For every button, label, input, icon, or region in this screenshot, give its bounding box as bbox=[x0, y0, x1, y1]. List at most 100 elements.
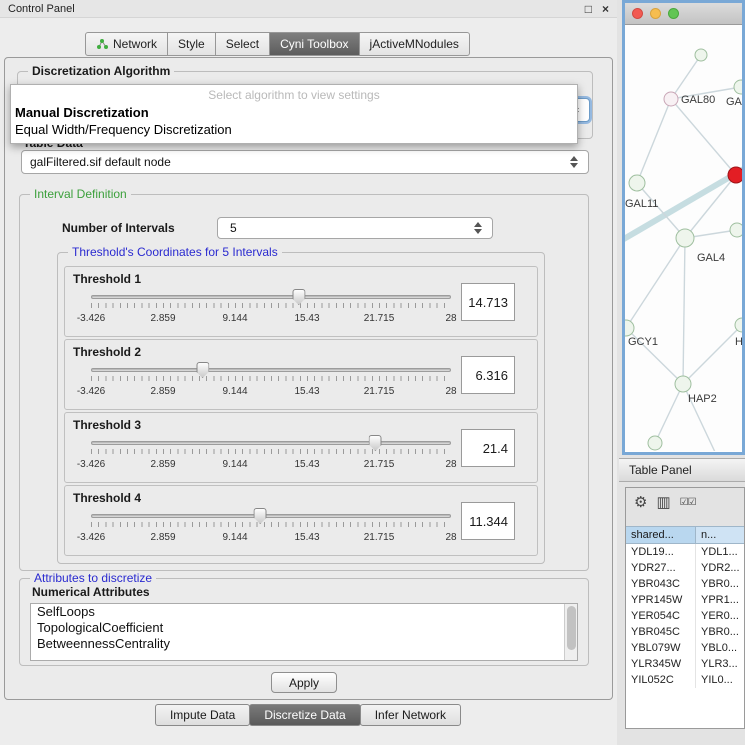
interval-definition-group: Interval Definition Number of Intervals … bbox=[19, 194, 589, 571]
tick-label: -3.426 bbox=[77, 532, 105, 543]
tab-select[interactable]: Select bbox=[215, 32, 270, 56]
close-traffic-light-icon[interactable] bbox=[632, 8, 643, 19]
tick-label: -3.426 bbox=[77, 459, 105, 470]
table-row[interactable]: YBR043CYBR0... bbox=[626, 576, 744, 592]
minimize-traffic-light-icon[interactable] bbox=[650, 8, 661, 19]
tab-discretize-data[interactable]: Discretize Data bbox=[249, 704, 360, 726]
network-edge bbox=[655, 384, 683, 443]
network-window-titlebar bbox=[625, 3, 742, 25]
column-header-name[interactable]: n... bbox=[696, 527, 744, 543]
threshold-label: Threshold 4 bbox=[73, 491, 141, 505]
table-cell: YBL0... bbox=[696, 640, 744, 656]
gear-icon[interactable]: ⚙ bbox=[634, 495, 647, 511]
network-node[interactable] bbox=[734, 80, 742, 94]
close-icon[interactable]: × bbox=[602, 3, 609, 15]
threshold-slider[interactable]: -3.4262.8599.14415.4321.71528 bbox=[91, 435, 451, 481]
network-node[interactable] bbox=[728, 167, 742, 183]
network-edge bbox=[671, 55, 701, 99]
network-node[interactable] bbox=[730, 223, 742, 237]
column-header-shared-name[interactable]: shared... bbox=[626, 527, 696, 543]
table-data-combobox[interactable]: galFiltered.sif default node bbox=[21, 150, 589, 174]
network-node-label: GAL4 bbox=[697, 252, 725, 264]
tick-label: 9.144 bbox=[222, 532, 247, 543]
tab-network[interactable]: Network bbox=[85, 32, 168, 56]
network-edge bbox=[626, 238, 685, 328]
table-cell: YIL0... bbox=[696, 672, 744, 688]
slider-tick-labels: -3.4262.8599.14415.4321.71528 bbox=[91, 362, 451, 408]
table-row[interactable]: YBR045CYBR0... bbox=[626, 624, 744, 640]
tab-infer-network[interactable]: Infer Network bbox=[360, 704, 461, 726]
tick-label: 21.715 bbox=[364, 532, 395, 543]
tick-label: -3.426 bbox=[77, 386, 105, 397]
tab-style[interactable]: Style bbox=[167, 32, 216, 56]
slider-tick-labels: -3.4262.8599.14415.4321.71528 bbox=[91, 289, 451, 335]
attribute-item[interactable]: SelfLoops bbox=[31, 604, 577, 620]
apply-button[interactable]: Apply bbox=[271, 672, 337, 693]
show-columns-icon[interactable]: ☑☑ bbox=[680, 495, 696, 511]
table-cell: YDL1... bbox=[696, 544, 744, 560]
network-node[interactable] bbox=[735, 318, 742, 332]
combo-arrows-icon bbox=[474, 222, 484, 234]
network-node-label: GAL80 bbox=[681, 94, 715, 106]
threshold-value-field[interactable]: 14.713 bbox=[461, 283, 515, 321]
table-row[interactable]: YLR345WYLR3... bbox=[626, 656, 744, 672]
columns-icon[interactable]: ▥ bbox=[656, 495, 670, 511]
table-panel: ⚙ ▥ ☑☑ shared... n... YDL19...YDL1...YDR… bbox=[625, 487, 745, 729]
attribute-items: SelfLoopsTopologicalCoefficientBetweenne… bbox=[31, 604, 577, 652]
tab-cyni-toolbox[interactable]: Cyni Toolbox bbox=[269, 32, 359, 56]
table-cell: YPR1... bbox=[696, 592, 744, 608]
table-panel-header: Table Panel bbox=[619, 458, 745, 482]
table-cell: YDL19... bbox=[626, 544, 696, 560]
table-cell: YBR0... bbox=[696, 576, 744, 592]
tab-impute-data[interactable]: Impute Data bbox=[155, 704, 250, 726]
table-cell: YBL079W bbox=[626, 640, 696, 656]
number-of-intervals-label: Number of Intervals bbox=[62, 221, 175, 235]
table-header-row: shared... n... bbox=[626, 526, 744, 544]
zoom-traffic-light-icon[interactable] bbox=[668, 8, 679, 19]
table-row[interactable]: YER054CYER0... bbox=[626, 608, 744, 624]
threshold-value-field[interactable]: 11.344 bbox=[461, 502, 515, 540]
table-row[interactable]: YDL19...YDL1... bbox=[626, 544, 744, 560]
network-node[interactable] bbox=[648, 436, 662, 450]
tick-label: 15.43 bbox=[294, 313, 319, 324]
attribute-item[interactable]: BetweennessCentrality bbox=[31, 636, 577, 652]
tab-jactivemnodules[interactable]: jActiveMNodules bbox=[359, 32, 470, 56]
tick-label: 2.859 bbox=[150, 313, 175, 324]
threshold-slider[interactable]: -3.4262.8599.14415.4321.71528 bbox=[91, 362, 451, 408]
dropdown-option-equal-width-frequency[interactable]: Equal Width/Frequency Discretization bbox=[11, 121, 577, 138]
table-row[interactable]: YIL052CYIL0... bbox=[626, 672, 744, 688]
network-node[interactable] bbox=[676, 229, 694, 247]
vertical-scrollbar[interactable] bbox=[564, 604, 577, 660]
threshold-value-field[interactable]: 6.316 bbox=[461, 356, 515, 394]
threshold-block: Threshold 3-3.4262.8599.14415.4321.71528… bbox=[64, 412, 538, 483]
table-data-value: galFiltered.sif default node bbox=[30, 155, 171, 169]
tick-label: 2.859 bbox=[150, 532, 175, 543]
network-node[interactable] bbox=[695, 49, 707, 61]
control-panel: Control Panel □ × Network Style Select C… bbox=[0, 0, 617, 745]
network-node[interactable] bbox=[629, 175, 645, 191]
threshold-slider[interactable]: -3.4262.8599.14415.4321.71528 bbox=[91, 289, 451, 335]
table-row[interactable]: YPR145WYPR1... bbox=[626, 592, 744, 608]
dropdown-option-manual-discretization[interactable]: Manual Discretization bbox=[11, 104, 577, 121]
table-row[interactable]: YBL079WYBL0... bbox=[626, 640, 744, 656]
attribute-item[interactable]: TopologicalCoefficient bbox=[31, 620, 577, 636]
network-canvas[interactable]: GAL80GAGAL11GAL4GCY1HHAP2 bbox=[625, 25, 742, 451]
scrollbar-thumb[interactable] bbox=[567, 606, 576, 650]
dropdown-prompt: Select algorithm to view settings bbox=[11, 85, 577, 104]
float-window-icon[interactable]: □ bbox=[585, 3, 592, 15]
table-panel-toolbar: ⚙ ▥ ☑☑ bbox=[626, 488, 744, 518]
threshold-block: Threshold 4-3.4262.8599.14415.4321.71528… bbox=[64, 485, 538, 556]
network-node[interactable] bbox=[675, 376, 691, 392]
network-icon bbox=[96, 38, 108, 50]
network-node-label: GA bbox=[726, 96, 742, 108]
network-edge bbox=[683, 238, 685, 384]
threshold-slider[interactable]: -3.4262.8599.14415.4321.71528 bbox=[91, 508, 451, 554]
tab-label: Network bbox=[113, 37, 157, 51]
attributes-group: Attributes to discretize Numerical Attri… bbox=[19, 578, 589, 666]
control-panel-title: Control Panel bbox=[8, 3, 75, 15]
threshold-value-field[interactable]: 21.4 bbox=[461, 429, 515, 467]
thresholds-group: Threshold's Coordinates for 5 Intervals … bbox=[57, 252, 545, 564]
network-node[interactable] bbox=[664, 92, 678, 106]
number-of-intervals-combobox[interactable]: 5 bbox=[217, 217, 493, 239]
table-row[interactable]: YDR27...YDR2... bbox=[626, 560, 744, 576]
